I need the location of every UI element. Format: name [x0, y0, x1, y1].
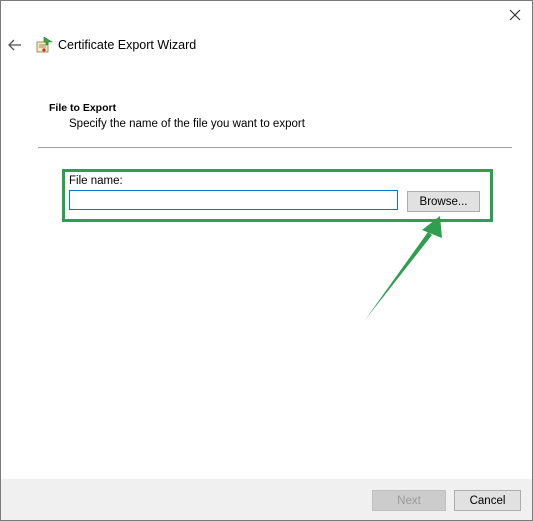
- header-divider: [38, 147, 512, 148]
- next-button[interactable]: Next: [372, 490, 446, 511]
- certificate-export-wizard-window: Certificate Export Wizard File to Export…: [0, 0, 533, 521]
- back-arrow-icon: [8, 39, 21, 51]
- certificate-icon: [36, 36, 53, 53]
- close-button[interactable]: [498, 1, 532, 29]
- wizard-title: Certificate Export Wizard: [58, 38, 197, 52]
- wizard-footer: Next Cancel: [1, 479, 532, 520]
- section-title: File to Export: [49, 102, 117, 114]
- file-name-input[interactable]: [69, 190, 398, 210]
- section-description: Specify the name of the file you want to…: [69, 118, 305, 130]
- file-name-label: File name:: [69, 175, 123, 187]
- cancel-button[interactable]: Cancel: [454, 490, 521, 511]
- back-button[interactable]: [5, 34, 25, 56]
- close-icon: [509, 9, 521, 21]
- wizard-header: Certificate Export Wizard: [1, 31, 532, 61]
- browse-button[interactable]: Browse...: [407, 191, 480, 212]
- title-bar: [1, 1, 532, 31]
